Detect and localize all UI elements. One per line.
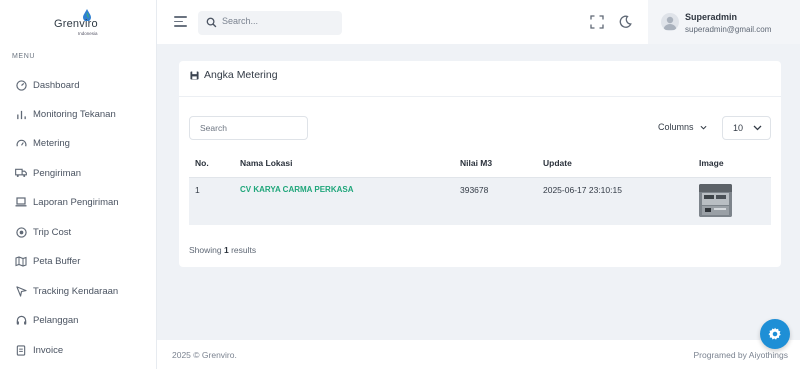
sidebar-item-label: Tracking Kendaraan <box>33 285 119 297</box>
sidebar-item-pelanggan[interactable]: Pelanggan <box>0 310 157 330</box>
sidebar-item-tracking-kendaraan[interactable]: Tracking Kendaraan <box>0 281 157 301</box>
top-header: Superadmin superadmin@gmail.com <box>157 0 800 44</box>
laptop-icon <box>15 196 27 208</box>
headset-icon <box>15 314 27 326</box>
page-title: Angka Metering <box>204 69 278 81</box>
sidebar-item-label: Invoice <box>33 344 64 356</box>
sidebar: Grenviro Indonesia MENU Dashboard Monito… <box>0 0 157 369</box>
copyright-text: 2025 © Grenviro. <box>172 350 237 360</box>
cell-no: 1 <box>195 185 200 195</box>
sidebar-item-label: Peta Buffer <box>33 255 81 267</box>
coin-icon <box>15 226 27 238</box>
columns-label: Columns <box>658 122 694 132</box>
sidebar-item-pengiriman[interactable]: Pengiriman <box>0 163 157 183</box>
footer: 2025 © Grenviro. Programed by Aiyothings <box>157 340 800 369</box>
column-header-image[interactable]: Image <box>699 158 724 168</box>
credit-text: Programed by Aiyothings <box>693 350 789 360</box>
column-header-nama-lokasi[interactable]: Nama Lokasi <box>240 158 292 168</box>
dark-mode-moon-icon[interactable] <box>618 15 632 29</box>
sidebar-item-label: Laporan Pengiriman <box>33 196 119 208</box>
sidebar-item-label: Metering <box>33 137 70 149</box>
brand-subtitle: Indonesia <box>78 31 98 36</box>
chevron-down-icon <box>700 125 707 130</box>
page-size-value: 10 <box>733 123 744 133</box>
search-icon <box>206 17 217 28</box>
meter-photo-thumbnail[interactable] <box>699 184 732 217</box>
user-name: Superadmin <box>685 12 738 22</box>
avatar <box>661 13 679 31</box>
gear-icon <box>768 327 781 340</box>
truck-icon <box>15 167 27 179</box>
cell-nama-lokasi-link[interactable]: CV KARYA CARMA PERKASA <box>240 185 354 194</box>
sidebar-item-metering[interactable]: Metering <box>0 133 157 153</box>
user-email: superadmin@gmail.com <box>685 25 772 34</box>
columns-dropdown[interactable]: Columns <box>658 122 707 132</box>
sidebar-item-peta-buffer[interactable]: Peta Buffer <box>0 251 157 271</box>
global-search[interactable] <box>198 11 342 35</box>
sidebar-item-invoice[interactable]: Invoice <box>0 340 157 360</box>
sidebar-item-label: Monitoring Tekanan <box>33 108 116 120</box>
bar-chart-icon <box>15 108 27 120</box>
sidebar-item-monitoring-tekanan[interactable]: Monitoring Tekanan <box>0 104 157 124</box>
results-summary: Showing 1 results <box>189 245 257 255</box>
gauge-icon <box>15 137 27 149</box>
user-profile-menu[interactable]: Superadmin superadmin@gmail.com <box>648 0 800 44</box>
brand-name: Grenviro <box>54 18 98 30</box>
document-icon <box>15 344 27 356</box>
sidebar-item-label: Trip Cost <box>33 226 72 238</box>
settings-fab-button[interactable] <box>760 319 790 349</box>
cell-update: 2025-06-17 23:10:15 <box>543 185 622 195</box>
map-icon <box>15 255 27 267</box>
sidebar-item-label: Pengiriman <box>33 167 82 179</box>
cell-nilai-m3: 393678 <box>460 185 489 195</box>
sidebar-item-label: Pelanggan <box>33 314 79 326</box>
dashboard-icon <box>15 79 27 91</box>
metering-card: Angka Metering Columns 10 No. Nama Lokas… <box>179 61 781 267</box>
navigation-icon <box>15 285 27 297</box>
sidebar-item-trip-cost[interactable]: Trip Cost <box>0 222 157 242</box>
menu-heading: MENU <box>12 53 36 60</box>
results-count: 1 <box>223 245 229 255</box>
chevron-down-icon <box>753 125 762 131</box>
page-size-select[interactable]: 10 <box>722 116 771 140</box>
sidebar-item-label: Dashboard <box>33 79 80 91</box>
save-floppy-icon <box>190 70 199 80</box>
column-header-update[interactable]: Update <box>543 158 572 168</box>
sidebar-item-dashboard[interactable]: Dashboard <box>0 75 157 95</box>
fullscreen-icon[interactable] <box>590 15 604 29</box>
sidebar-item-laporan-pengiriman[interactable]: Laporan Pengiriman <box>0 192 157 212</box>
card-header: Angka Metering <box>190 69 278 81</box>
table-search-input[interactable] <box>189 116 308 140</box>
global-search-input[interactable] <box>222 16 332 26</box>
divider <box>179 96 781 97</box>
column-header-nilai-m3[interactable]: Nilai M3 <box>460 158 492 168</box>
column-header-no[interactable]: No. <box>195 158 209 168</box>
menu-toggle-icon[interactable] <box>174 16 187 28</box>
